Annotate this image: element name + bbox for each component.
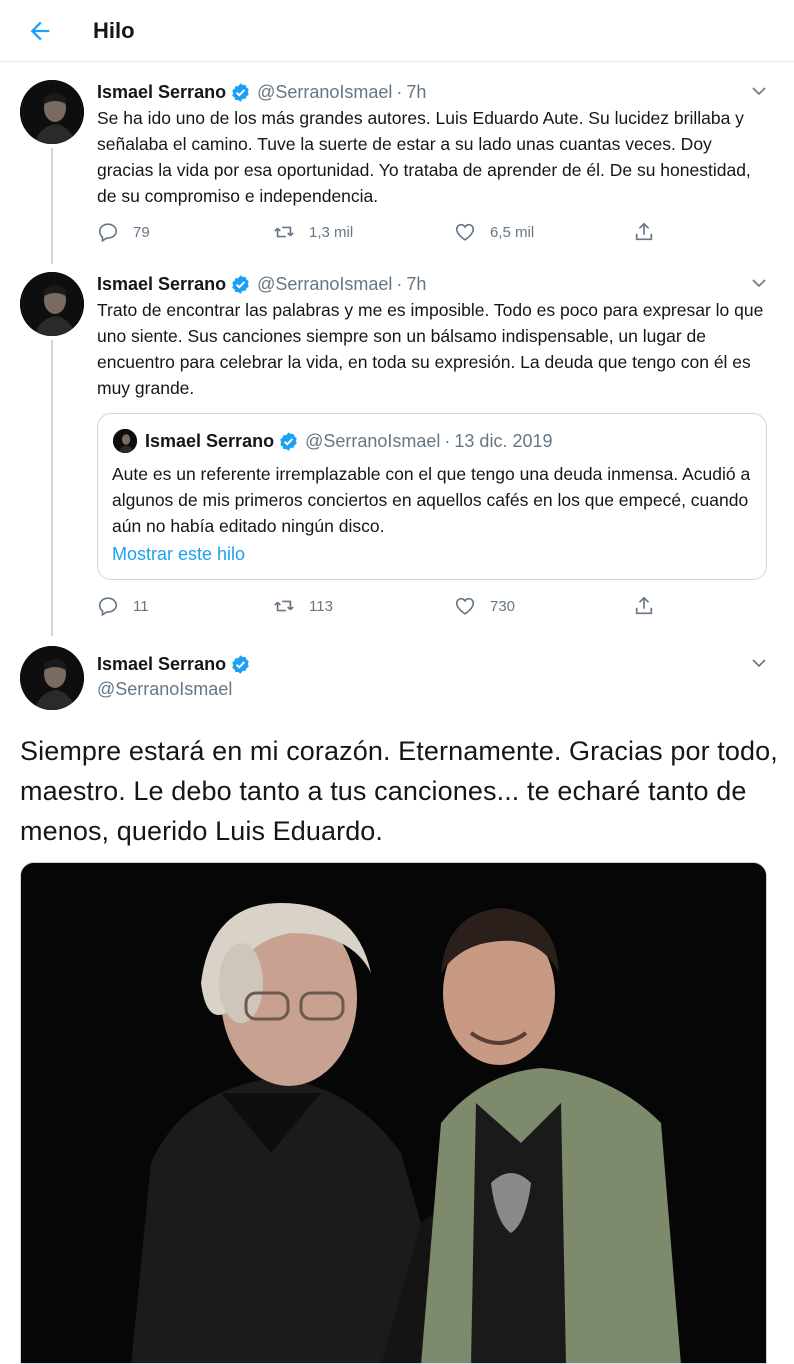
main-tweet-author: Ismael Serrano @SerranoIsmael [97, 652, 257, 700]
author-name[interactable]: Ismael Serrano [97, 654, 226, 675]
reply-button[interactable]: 79 [97, 221, 150, 243]
author-handle: @SerranoIsmael [305, 430, 441, 451]
show-thread-link[interactable]: Mostrar este hilo [112, 544, 245, 565]
author-handle[interactable]: @SerranoIsmael [97, 679, 257, 700]
tweet-actions: 79 1,3 mil 6,5 mil [97, 221, 667, 247]
verified-badge-icon [232, 654, 249, 674]
avatar[interactable] [20, 646, 84, 710]
like-count: 730 [490, 597, 516, 615]
retweet-icon [274, 600, 294, 612]
photo-two-men-black-background [21, 863, 766, 1363]
retweet-button[interactable]: 113 [273, 595, 333, 617]
retweet-icon [274, 226, 294, 238]
share-icon [635, 222, 653, 241]
author-name: Ismael Serrano [145, 430, 275, 451]
arrow-left-icon[interactable] [26, 17, 54, 45]
author-name[interactable]: Ismael Serrano [97, 274, 226, 295]
tweet-text: Se ha ido uno de los más grandes autores… [97, 108, 751, 206]
tweet-actions: 11 113 730 [97, 595, 667, 621]
separator: · [396, 81, 403, 102]
verified-badge-icon [232, 274, 249, 294]
separator: · [396, 273, 403, 294]
reply-icon [98, 597, 118, 617]
reply-count: 11 [133, 597, 149, 615]
main-tweet-text: Siempre estará en mi corazón. Eternament… [20, 736, 778, 846]
share-button[interactable] [633, 221, 669, 243]
avatar [113, 429, 137, 453]
author-name[interactable]: Ismael Serrano [97, 82, 226, 103]
tweet-header: Ismael Serrano @SerranoIsmael · 7h [97, 272, 426, 296]
thread-connector [51, 340, 53, 636]
verified-badge-icon [280, 431, 297, 451]
avatar[interactable] [20, 80, 84, 144]
retweet-button[interactable]: 1,3 mil [273, 221, 353, 243]
thread-connector [51, 148, 53, 264]
avatar[interactable] [20, 272, 84, 336]
chevron-down-icon[interactable] [750, 82, 768, 100]
quoted-tweet-text: Aute es un referente irremplazable con e… [112, 464, 751, 536]
like-count: 6,5 mil [490, 223, 535, 241]
chevron-down-icon[interactable] [750, 274, 768, 292]
quote-date: 13 dic. 2019 [454, 430, 553, 451]
share-button[interactable] [633, 595, 669, 617]
like-icon [455, 597, 475, 615]
thread-header: Hilo [0, 0, 794, 62]
reply-button[interactable]: 11 [97, 595, 149, 617]
reply-count: 79 [133, 223, 150, 241]
like-button[interactable]: 730 [454, 595, 515, 617]
author-handle[interactable]: @SerranoIsmael [257, 274, 392, 295]
retweet-count: 113 [309, 597, 333, 615]
quoted-tweet[interactable]: Ismael Serrano @SerranoIsmael · 13 dic. … [97, 413, 767, 580]
like-icon [455, 223, 475, 241]
reply-icon [98, 223, 118, 243]
author-handle[interactable]: @SerranoIsmael [257, 82, 392, 103]
tweet-time[interactable]: 7h [406, 82, 426, 103]
chevron-down-icon[interactable] [750, 654, 768, 672]
like-button[interactable]: 6,5 mil [454, 221, 534, 243]
tweet-header: Ismael Serrano @SerranoIsmael · 7h [97, 80, 426, 104]
verified-badge-icon [232, 82, 249, 102]
quoted-tweet-header: Ismael Serrano @SerranoIsmael · 13 dic. … [113, 429, 552, 453]
separator: · [444, 430, 451, 451]
tweet-time[interactable]: 7h [406, 274, 426, 295]
page-title: Hilo [93, 18, 135, 43]
tweet-photo[interactable] [20, 862, 767, 1364]
retweet-count: 1,3 mil [309, 223, 354, 241]
share-icon [635, 596, 653, 615]
tweet-text: Trato de encontrar las palabras y me es … [97, 300, 764, 398]
